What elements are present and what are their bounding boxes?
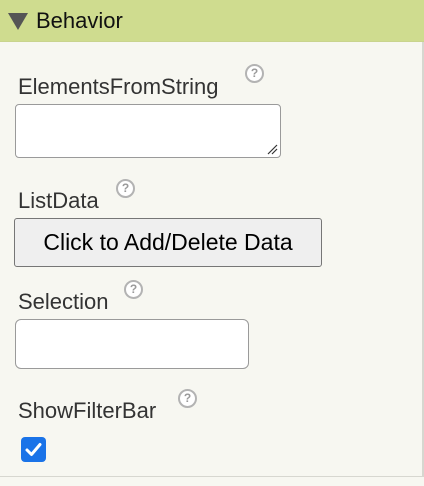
section-title: Behavior (36, 8, 123, 33)
list-data-label: ListData (18, 188, 99, 213)
selection-label: Selection (18, 289, 109, 314)
checkmark-icon (25, 443, 42, 456)
help-question-icon[interactable]: ? (124, 280, 143, 299)
add-delete-data-button[interactable]: Click to Add/Delete Data (14, 218, 322, 267)
selection-input[interactable] (15, 319, 249, 369)
properties-panel: Behavior ElementsFromString ? ListData ?… (0, 0, 424, 486)
show-filter-bar-label: ShowFilterBar (18, 398, 157, 423)
help-question-icon[interactable]: ? (178, 389, 197, 408)
section-header-behavior[interactable]: Behavior (0, 0, 424, 42)
show-filter-bar-checkbox[interactable] (21, 437, 46, 462)
resize-grip-icon[interactable] (266, 143, 278, 155)
help-question-icon[interactable]: ? (116, 179, 135, 198)
elements-from-string-textarea[interactable] (15, 104, 281, 158)
triangle-down-icon[interactable] (8, 13, 28, 30)
panel-bottom-border (0, 476, 424, 477)
help-question-icon[interactable]: ? (245, 64, 264, 83)
elements-from-string-label: ElementsFromString (18, 74, 219, 99)
